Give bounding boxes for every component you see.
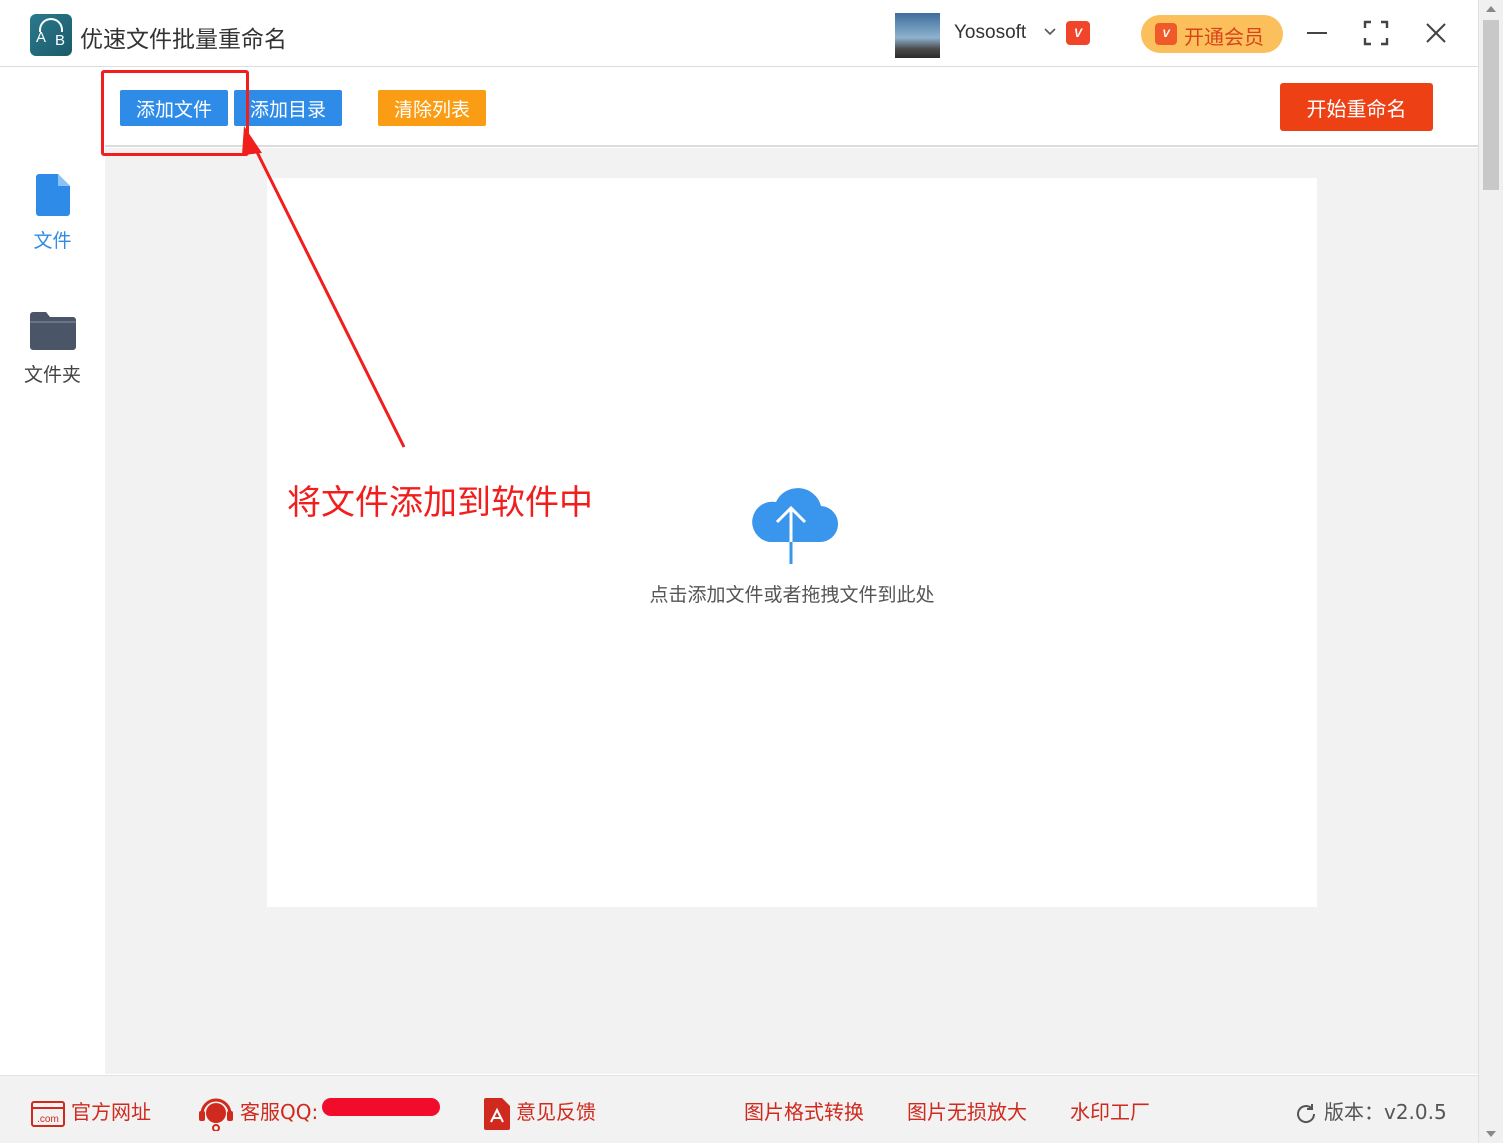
vip-badge-icon: V <box>1066 21 1090 45</box>
version-info[interactable]: 版本：v2.0.5 <box>1294 1096 1447 1126</box>
membership-label: 开通会员 <box>1184 27 1264 49</box>
refresh-icon <box>1297 1103 1316 1123</box>
scroll-up-icon[interactable] <box>1479 0 1503 18</box>
toolbar: 添加文件 添加目录 清除列表 开始重命名 <box>105 68 1478 147</box>
version-label: 版本：v2.0.5 <box>1324 1100 1447 1124</box>
cloud-upload-icon[interactable] <box>747 486 839 566</box>
app-window: A B 优速文件批量重命名 Yososoft V V 开通会员 文件 文件夹 添… <box>0 0 1503 1143</box>
vertical-scrollbar[interactable] <box>1478 0 1503 1143</box>
website-icon: .com <box>31 1100 65 1127</box>
feedback-link[interactable]: 意见反馈 <box>484 1096 596 1130</box>
minimize-icon[interactable] <box>1302 18 1332 48</box>
scroll-down-icon[interactable] <box>1479 1125 1503 1143</box>
official-website-link[interactable]: .com 官方网址 <box>31 1096 151 1127</box>
start-rename-button[interactable]: 开始重命名 <box>1280 83 1433 131</box>
svg-text:.com: .com <box>37 1114 59 1125</box>
username[interactable]: Yososoft <box>954 22 1026 44</box>
avatar[interactable] <box>895 13 940 58</box>
chevron-down-icon[interactable] <box>1042 24 1058 40</box>
main-content: 点击添加文件或者拖拽文件到此处 <box>105 148 1478 1074</box>
open-membership-button[interactable]: V 开通会员 <box>1141 15 1283 53</box>
redacted-qq-number <box>322 1098 440 1116</box>
vip-icon: V <box>1155 23 1177 45</box>
watermark-factory-link[interactable]: 水印工厂 <box>1070 1096 1150 1125</box>
sidebar-item-label: 文件 <box>33 230 72 252</box>
annotation-text: 将文件添加到软件中 <box>287 483 593 523</box>
scrollbar-thumb[interactable] <box>1483 20 1499 190</box>
dropzone-hint: 点击添加文件或者拖拽文件到此处 <box>649 584 935 606</box>
file-icon <box>35 174 70 216</box>
annotation-highlight-box <box>101 70 249 156</box>
service-label: 客服QQ: <box>240 1100 319 1124</box>
folder-icon <box>29 312 76 350</box>
image-lossless-enlarge-link[interactable]: 图片无损放大 <box>907 1096 1027 1125</box>
close-icon[interactable] <box>1421 18 1451 48</box>
maximize-icon[interactable] <box>1361 18 1391 48</box>
pdf-feedback-icon <box>484 1097 510 1130</box>
headset-icon <box>199 1098 233 1131</box>
customer-service-link[interactable]: 客服QQ: <box>198 1096 318 1131</box>
image-format-convert-link[interactable]: 图片格式转换 <box>744 1096 864 1125</box>
file-dropzone[interactable]: 点击添加文件或者拖拽文件到此处 <box>267 178 1317 907</box>
title-bar: A B 优速文件批量重命名 Yososoft V V 开通会员 <box>0 0 1478 67</box>
app-title: 优速文件批量重命名 <box>80 27 287 53</box>
footer: .com 官方网址 客服QQ: 意见反馈 图片格式转换 图片无损放大 水印工厂 <box>0 1075 1478 1143</box>
add-directory-button[interactable]: 添加目录 <box>234 90 342 126</box>
feedback-label: 意见反馈 <box>516 1100 596 1124</box>
website-label: 官方网址 <box>71 1100 151 1124</box>
app-logo-icon: A B <box>30 14 72 56</box>
clear-list-button[interactable]: 清除列表 <box>378 90 486 126</box>
sidebar-item-folder[interactable]: 文件夹 <box>0 312 105 387</box>
sidebar-item-label: 文件夹 <box>23 364 81 386</box>
sidebar-item-file[interactable]: 文件 <box>0 174 105 253</box>
sidebar: 文件 文件夹 <box>0 68 105 1074</box>
